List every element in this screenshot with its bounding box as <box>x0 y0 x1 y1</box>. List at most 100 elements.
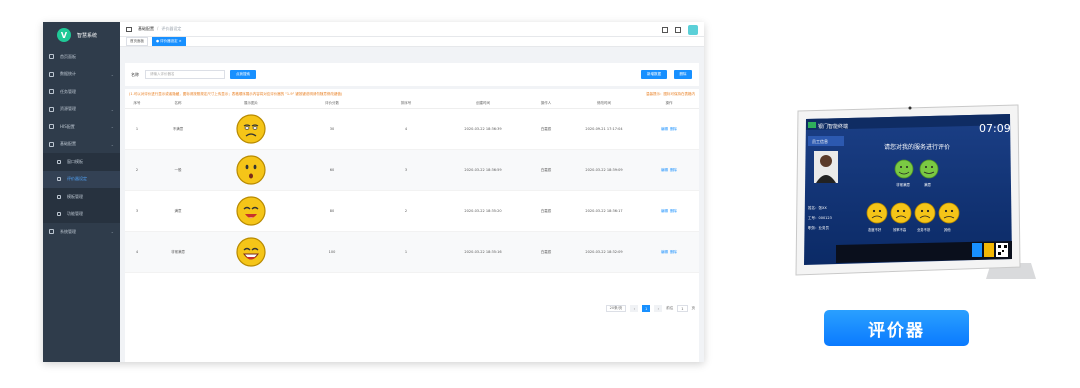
column-header: 名称 <box>174 101 182 105</box>
bad-label-3: 业务不熟 <box>917 227 931 232</box>
logo-icon: V <box>57 28 71 42</box>
edit-link[interactable]: 编辑 <box>661 209 668 213</box>
admin-screenshot: V 智慧系统 首页面板 数据统计 ⌄ 任务管理 资源管理 ⌄ HIS配置 ⌄ 基础配置 ⌄ 窗口模板… <box>43 22 704 362</box>
sidebar-item[interactable]: 基础配置 ⌄ <box>43 136 120 154</box>
sidebar: V 智慧系统 首页面板 数据统计 ⌄ 任务管理 资源管理 ⌄ HIS配置 ⌄ 基础配置 ⌄ 窗口模板… <box>43 22 120 362</box>
device-brand: 银门智能终端 <box>818 123 848 130</box>
cell-modified: 2020-03-22 18:39:09 <box>585 168 623 172</box>
menu-item-icon <box>49 229 54 235</box>
avatar[interactable] <box>688 25 698 35</box>
edit-link[interactable]: 编辑 <box>661 127 668 131</box>
column-header: 评价分数 <box>325 101 339 105</box>
chevron-down-icon: ⌄ <box>110 141 114 147</box>
sidebar-item[interactable]: 功能管理 <box>43 205 120 223</box>
device-title: 请您对我的服务进行评价 <box>884 143 950 151</box>
menu-item-icon <box>49 106 54 112</box>
sidebar-item-label: 评价器设定 <box>67 176 87 182</box>
column-header: 创建时间 <box>476 101 490 105</box>
cell-actions: 编辑 删除 <box>639 209 699 214</box>
menu-item-icon <box>49 71 54 77</box>
delete-link[interactable]: 删除 <box>670 127 677 131</box>
notice: (1.可以对评价进行显示或者隐藏，图标请按照规定尺寸上传显示；表格顺序展示内容将… <box>125 89 699 99</box>
pagination: 20条/页 ‹ 1 › 前往 1 页 <box>605 305 696 312</box>
logo-text: 智慧系统 <box>77 32 98 39</box>
table-row: 2 一般 60 3 2020-03-22 18:36:59 白嘉辰 2020-03-22 1… <box>125 150 699 191</box>
sidebar-item[interactable]: 资源管理 ⌄ <box>43 101 120 119</box>
sidebar-item[interactable]: HIS配置 ⌄ <box>43 118 120 136</box>
menu-item-icon <box>49 141 54 147</box>
face-sad-icon <box>207 113 295 146</box>
delete-link[interactable]: 删除 <box>670 209 677 213</box>
delete-button[interactable]: 删除 <box>674 70 692 79</box>
delete-link[interactable]: 删除 <box>670 168 677 172</box>
sidebar-item[interactable]: 窗口模板 <box>43 153 120 171</box>
column-header: 操作 <box>665 101 673 105</box>
column-header: 排序号 <box>400 101 412 105</box>
fullscreen-icon[interactable] <box>662 27 668 33</box>
sidebar-item[interactable]: 评价器设定 <box>43 170 120 188</box>
table-header: 序号 名称 展示图片 评价分数 排序号 创建时间 操作人 修改时间 操作 <box>125 99 699 109</box>
edit-link[interactable]: 编辑 <box>661 168 668 172</box>
cell-actions: 编辑 删除 <box>639 168 699 173</box>
cell-created: 2020-03-22 18:36:59 <box>464 168 502 172</box>
cell-created: 2020-03-22 18:35:20 <box>464 209 502 213</box>
add-button[interactable]: 新增数据 <box>641 70 667 79</box>
evaluator-device-image: 银门智能终端 07:09 员工信息 姓名：张XX 工号：000123 职务：业务… <box>795 104 1036 279</box>
good-label-1: 非常满意 <box>896 182 910 187</box>
page-size-select[interactable]: 20条/页 <box>605 305 627 312</box>
sidebar-item[interactable]: 数据统计 ⌄ <box>43 66 120 84</box>
search-input[interactable]: 请输入评价器名 <box>145 70 225 79</box>
font-size-icon[interactable] <box>675 27 681 33</box>
cell-operator: 白嘉辰 <box>540 249 552 254</box>
prev-page-icon[interactable]: ‹ <box>630 305 639 312</box>
delete-link[interactable]: 删除 <box>670 250 677 254</box>
menu-item-icon <box>49 124 54 130</box>
sidebar-item[interactable]: 首页面板 <box>43 48 120 66</box>
page-unit: 页 <box>691 306 696 310</box>
cell-no: 2 <box>135 168 139 172</box>
notice-right: 温馨提示：图标可保持在表格内 <box>646 91 695 96</box>
sidebar-item[interactable]: 系统管理 ⌄ <box>43 223 120 241</box>
menu-item-icon <box>49 54 54 60</box>
cell-modified: 2020-03-22 18:32:09 <box>585 250 623 254</box>
sidebar-item-label: HIS配置 <box>60 123 75 129</box>
chevron-down-icon: ⌄ <box>110 229 114 235</box>
menu-toggle-icon[interactable] <box>126 26 132 32</box>
bad-label-2: 效率不高 <box>893 227 907 232</box>
sidebar-item-label: 模板管理 <box>67 193 83 199</box>
menu-item-icon <box>57 159 61 164</box>
breadcrumb-current: 评价器设定 <box>161 26 182 31</box>
cell-score: 30 <box>329 127 335 131</box>
menu-item-icon <box>57 194 61 199</box>
bad-label-1: 态度不好 <box>868 227 882 232</box>
sidebar-item[interactable]: 任务管理 <box>43 83 120 101</box>
chevron-down-icon: ⌄ <box>110 106 114 112</box>
tag-home[interactable]: 首页面板 <box>126 37 148 46</box>
sidebar-item-label: 窗口模板 <box>67 158 83 164</box>
sidebar-item-label: 数据统计 <box>60 71 76 77</box>
chevron-down-icon: ⌄ <box>110 124 114 130</box>
cell-name: 一般 <box>174 167 182 172</box>
goto-input[interactable]: 1 <box>677 305 688 312</box>
search-button[interactable]: 点我搜索 <box>230 70 256 79</box>
caption-button[interactable]: 评价器 <box>824 310 969 346</box>
page-number[interactable]: 1 <box>642 305 651 312</box>
tag-current[interactable]: ● 评价器设定 × <box>152 37 186 46</box>
breadcrumb-root[interactable]: 基础配置 <box>138 26 154 31</box>
table-row: 4 非常满意 100 1 2020-03-22 18:35:16 白嘉辰 2020-03-2… <box>125 232 699 273</box>
edit-link[interactable]: 编辑 <box>661 250 668 254</box>
cell-name: 满意 <box>174 208 182 213</box>
cell-operator: 白嘉辰 <box>540 208 552 213</box>
cell-created: 2020-03-22 18:36:39 <box>464 127 502 131</box>
cell-order: 2 <box>404 209 408 213</box>
sidebar-item[interactable]: 模板管理 <box>43 188 120 206</box>
sidebar-item-label: 首页面板 <box>60 53 76 59</box>
topbar-icons <box>662 25 698 35</box>
next-page-icon[interactable]: › <box>654 305 663 312</box>
sidebar-menu: 首页面板 数据统计 ⌄ 任务管理 资源管理 ⌄ HIS配置 ⌄ 基础配置 ⌄ 窗口模板 评价器设定 模板… <box>43 48 120 241</box>
face-smile-icon <box>207 195 295 228</box>
sidebar-item-label: 基础配置 <box>60 141 76 147</box>
goto-label: 前往 <box>666 306 674 310</box>
menu-item-icon <box>57 212 61 217</box>
cell-order: 4 <box>404 127 408 131</box>
